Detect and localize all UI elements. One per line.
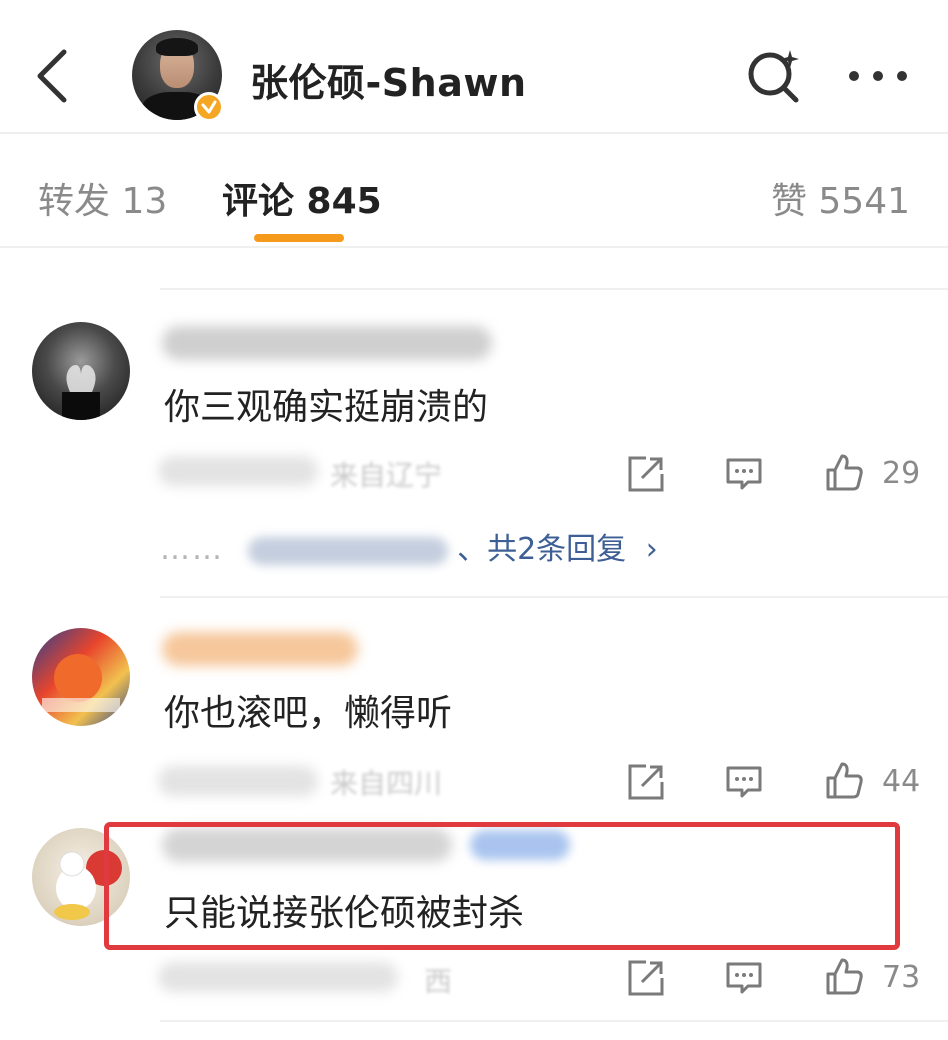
like-count: 44 <box>882 764 921 799</box>
back-arrow-icon[interactable] <box>30 44 74 108</box>
comment-location: 西 <box>424 965 453 998</box>
more-options-icon[interactable] <box>846 66 910 86</box>
page-title[interactable]: 张伦硕-Shawn <box>250 52 527 107</box>
comment-text: 你三观确实挺崩溃的 <box>164 387 489 428</box>
replies-count-label: 、共2条回复 <box>457 532 627 567</box>
share-icon[interactable] <box>626 762 666 802</box>
comment-time-blurred <box>158 456 318 486</box>
like-icon[interactable] <box>824 760 864 800</box>
reply-users-blurred <box>247 536 448 565</box>
comment-time-blurred <box>158 766 318 796</box>
reply-icon[interactable] <box>724 454 764 494</box>
replies-ellipsis: …… <box>160 532 224 567</box>
share-icon[interactable] <box>626 454 666 494</box>
replies-link[interactable]: …… 、共2条回复 › <box>160 524 658 568</box>
tab-bar: 转发 13 评论 845 赞 5541 <box>0 136 948 248</box>
like-count: 73 <box>882 960 921 995</box>
share-icon[interactable] <box>626 958 666 998</box>
comment-avatar[interactable] <box>32 628 130 726</box>
divider <box>160 288 948 290</box>
reply-icon[interactable] <box>724 958 764 998</box>
verified-badge-icon <box>194 92 224 122</box>
comment-location: 来自四川 <box>330 767 443 800</box>
highlight-box <box>104 822 900 950</box>
comment-avatar[interactable] <box>32 322 130 420</box>
comment-username-blurred[interactable] <box>162 326 492 360</box>
tab-comment[interactable]: 评论 845 <box>222 172 382 224</box>
tab-active-indicator <box>254 234 344 242</box>
like-count: 29 <box>882 456 921 491</box>
comment-time-blurred <box>158 962 398 992</box>
like-icon[interactable] <box>824 452 864 492</box>
tab-repost[interactable]: 转发 13 <box>38 172 167 224</box>
reply-icon[interactable] <box>724 762 764 802</box>
divider <box>160 596 948 598</box>
top-bar: 张伦硕-Shawn <box>0 0 948 134</box>
divider <box>160 1020 948 1022</box>
comment-location: 来自辽宁 <box>330 459 443 492</box>
comment-username-blurred[interactable] <box>162 632 358 666</box>
chevron-right-icon: › <box>645 532 658 567</box>
comment-item: 你三观确实挺崩溃的 来自辽宁 29 …… 、共2条回复 › <box>0 300 948 600</box>
comment-text: 你也滚吧，懒得听 <box>164 693 453 734</box>
tab-like[interactable]: 赞 5541 <box>771 172 910 224</box>
like-icon[interactable] <box>824 956 864 996</box>
search-icon[interactable] <box>744 46 804 106</box>
comment-item: 你也滚吧，懒得听 来自四川 44 <box>0 606 948 816</box>
